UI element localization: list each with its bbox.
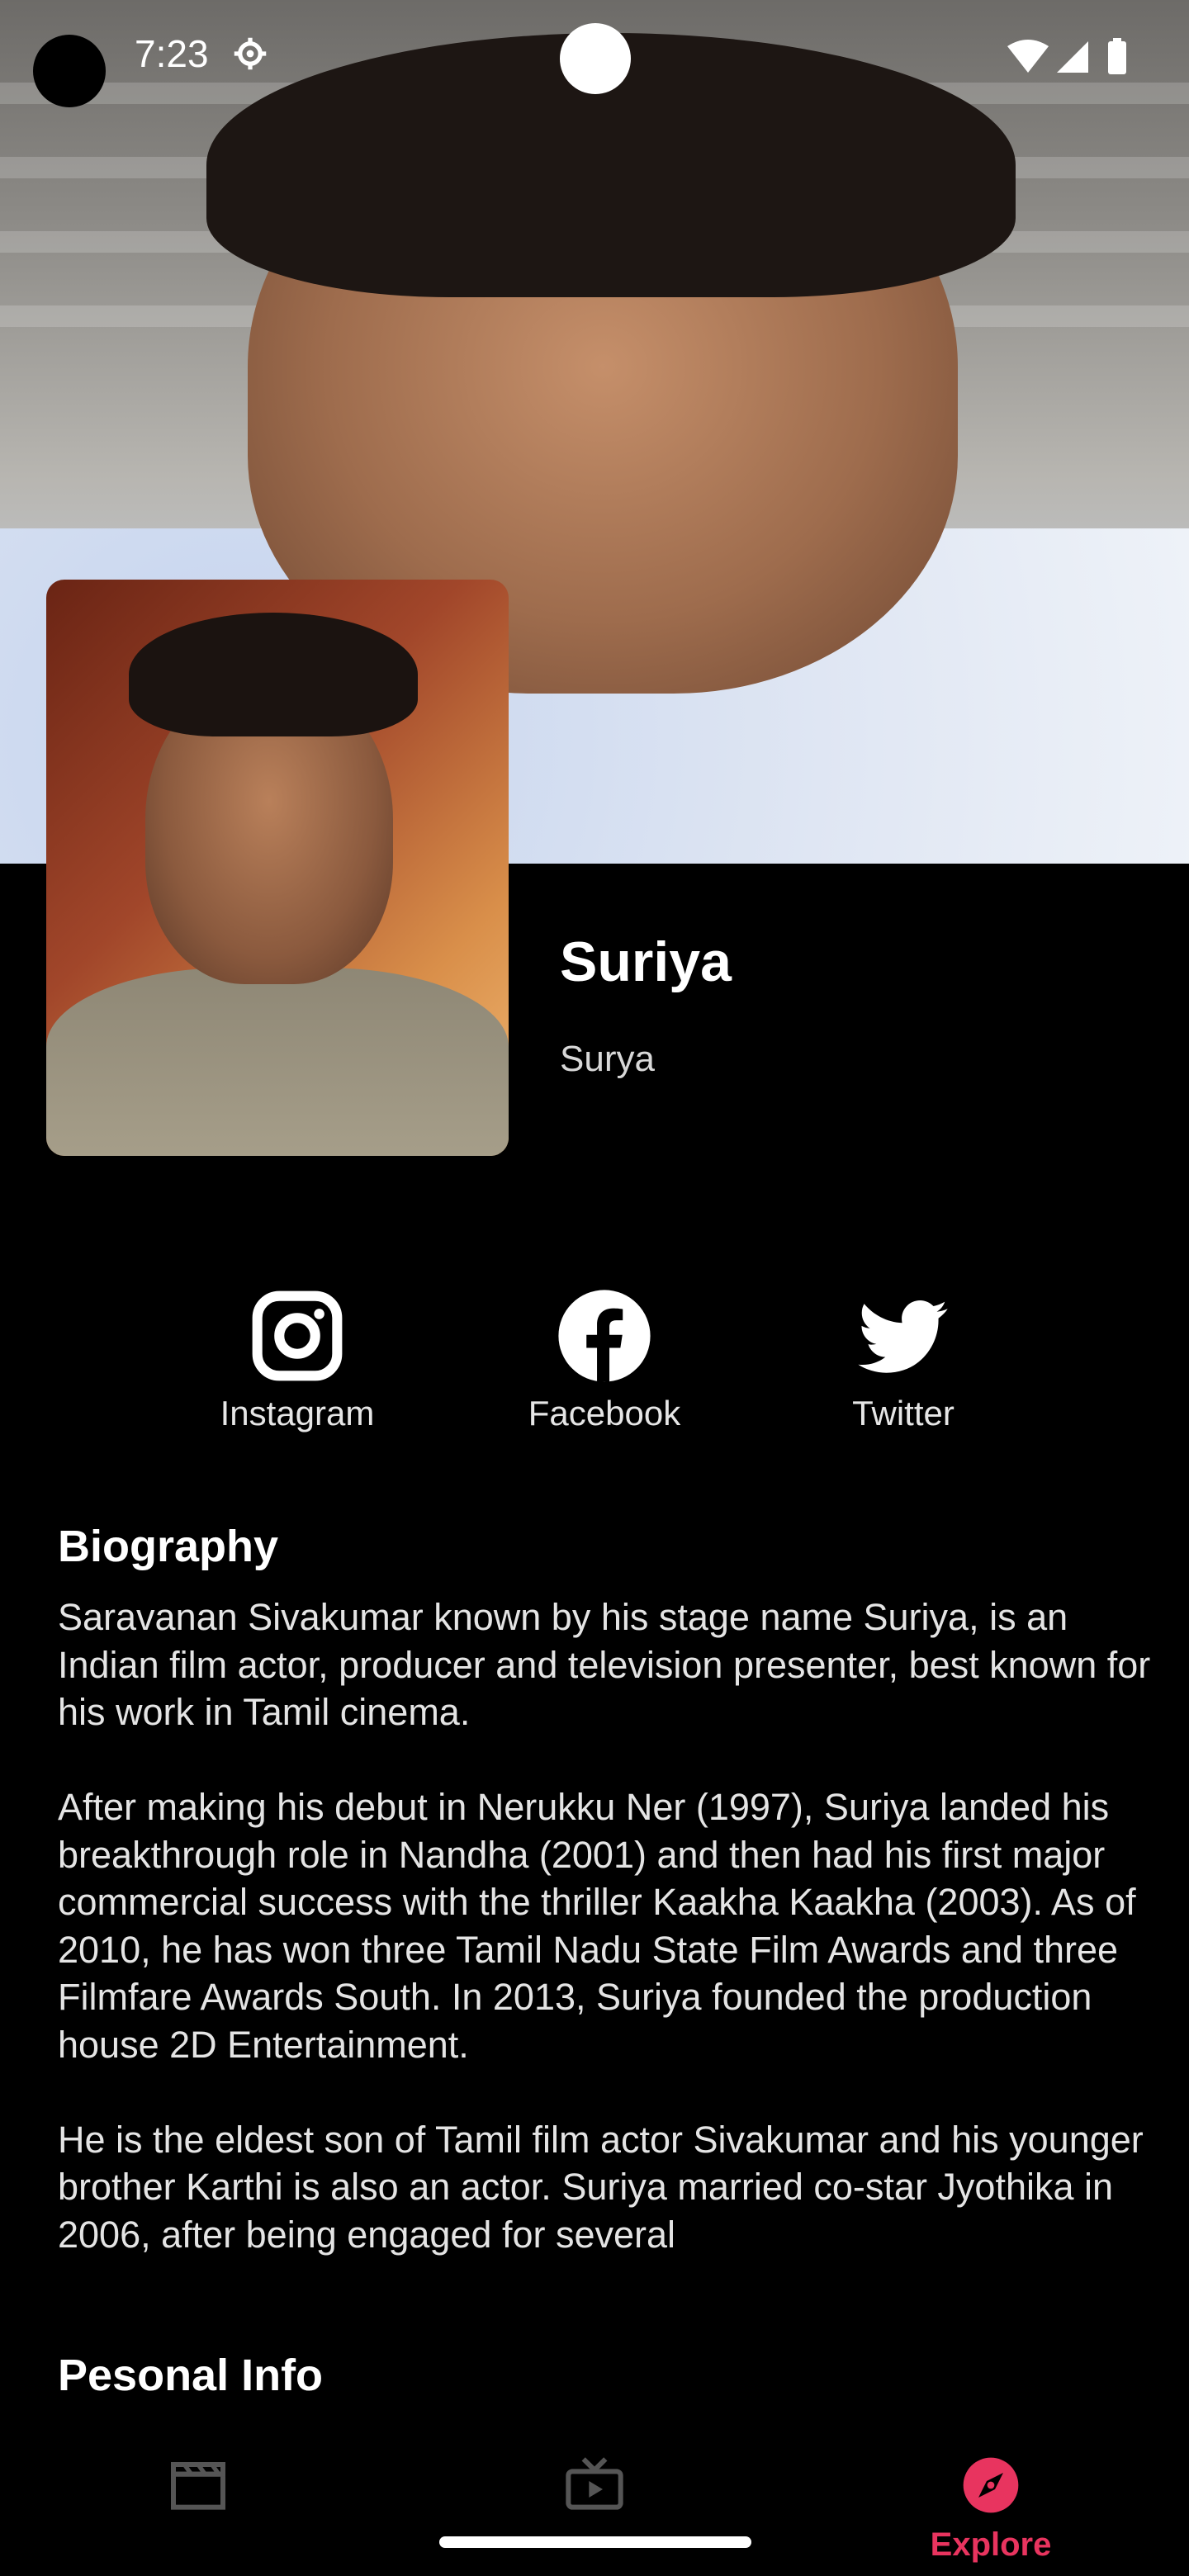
- settings-gear-icon: [234, 37, 267, 70]
- facebook-label: Facebook: [528, 1394, 681, 1432]
- home-indicator[interactable]: [439, 2536, 751, 2548]
- facebook-link[interactable]: Facebook: [481, 1288, 728, 1433]
- battery-icon: [1108, 41, 1126, 74]
- personal-info-heading: Pesonal Info: [58, 2351, 324, 2400]
- facebook-icon: [558, 1290, 651, 1382]
- nav-explore[interactable]: Explore: [793, 2452, 1189, 2564]
- front-camera-punch-hole: [560, 23, 631, 94]
- nav-explore-label: Explore: [930, 2526, 1052, 2563]
- instagram-label: Instagram: [220, 1394, 375, 1432]
- twitter-link[interactable]: Twitter: [779, 1288, 1027, 1433]
- instagram-icon: [252, 1290, 343, 1381]
- bottom-navigation: Explore: [0, 2427, 1189, 2576]
- status-time: 7:23: [135, 32, 209, 75]
- clapperboard-icon: [171, 2462, 225, 2510]
- wifi-icon: [1007, 40, 1049, 73]
- system-status-icons: [1007, 38, 1126, 74]
- profile-photo: [46, 580, 509, 1156]
- nav-movies[interactable]: [0, 2452, 396, 2518]
- twitter-icon: [858, 1300, 948, 1373]
- camera-cutout: [33, 35, 106, 107]
- biography-text: Saravanan Sivakumar known by his stage n…: [58, 1596, 1151, 2256]
- signal-icon: [1057, 41, 1088, 73]
- twitter-label: Twitter: [852, 1394, 955, 1432]
- nav-tv[interactable]: [396, 2452, 793, 2518]
- tv-icon: [566, 2457, 623, 2510]
- person-name: Suriya: [560, 930, 732, 993]
- status-bar: 7:23: [0, 0, 1189, 116]
- instagram-link[interactable]: Instagram: [173, 1288, 421, 1433]
- biography-heading: Biography: [58, 1522, 279, 1571]
- person-also-known-as: Surya: [560, 1039, 655, 1079]
- compass-icon: [963, 2457, 1019, 2513]
